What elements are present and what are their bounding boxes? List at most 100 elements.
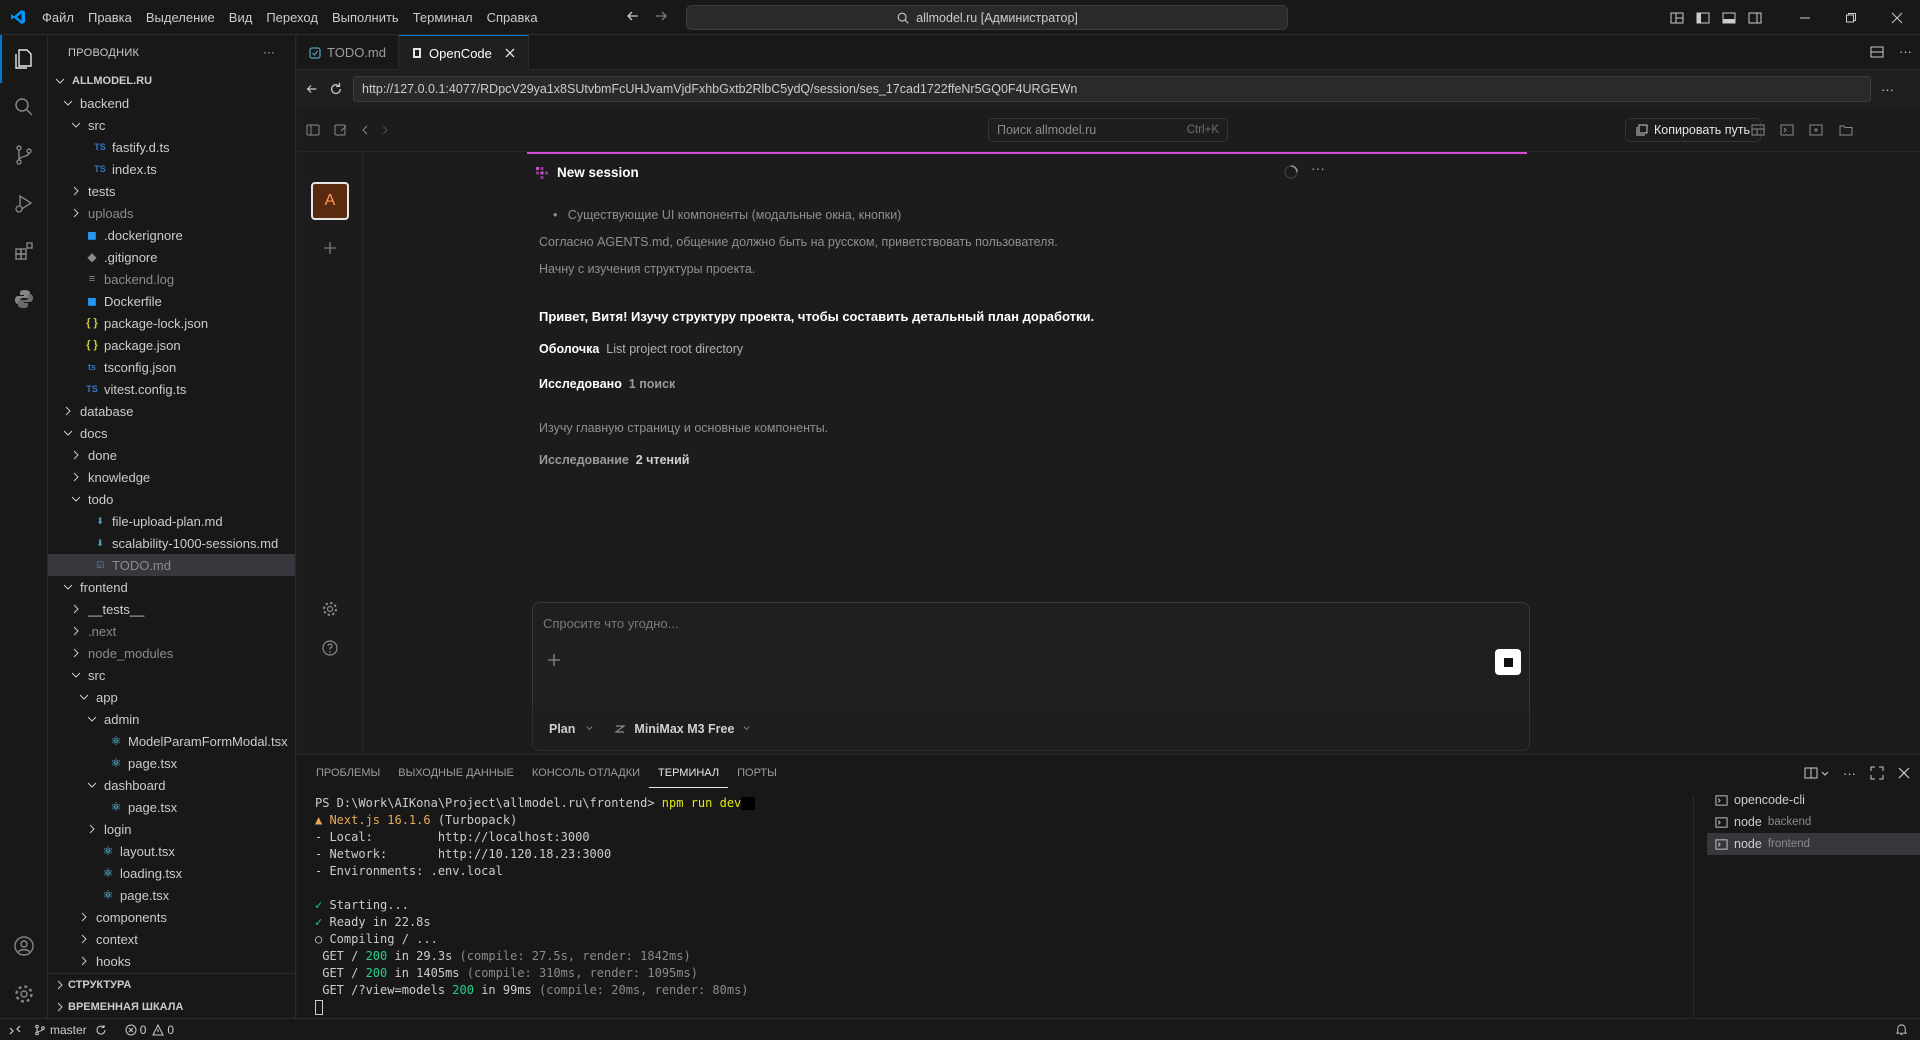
manage-gear-icon[interactable] [0,970,48,1018]
terminal-item-opencode[interactable]: opencode-cli [1707,789,1920,811]
restore-icon[interactable] [1828,0,1874,35]
minimize-icon[interactable] [1782,0,1828,35]
tree-folder-item[interactable]: src [48,114,295,136]
tree-file-item[interactable]: ⚛ loading.tsx [48,862,295,884]
toggle-primary-sidebar-icon[interactable] [1690,10,1716,26]
tree-file-item[interactable]: ⚛ ModelParamFormModal.tsx [48,730,295,752]
tree-file-item[interactable]: ⚛ layout.tsx [48,840,295,862]
folder-icon[interactable] [1838,122,1854,138]
tab-problems[interactable]: ПРОБЛЕМЫ [307,755,389,791]
attach-plus-icon[interactable] [547,653,561,667]
tree-file-item[interactable]: ts tsconfig.json [48,356,295,378]
terminal-output[interactable]: PS D:\Work\AIKona\Project\allmodel.ru\fr… [315,795,1695,1016]
tree-file-item[interactable]: ◼ Dockerfile [48,290,295,312]
tree-folder-item[interactable]: .next [48,620,295,642]
tree-folder-item[interactable]: ALLMODEL.RU [48,70,295,92]
forward-arrow-icon[interactable] [653,8,669,24]
explorer-icon[interactable] [0,35,48,83]
menu-file[interactable]: Файл [35,0,81,35]
close-panel-icon[interactable] [1898,767,1910,779]
terminal-item-frontend[interactable]: node frontend [1707,833,1920,855]
source-control-icon[interactable] [0,131,48,179]
tree-file-item[interactable]: TS index.ts [48,158,295,180]
menu-view[interactable]: Вид [222,0,260,35]
prompt-composer[interactable]: Спросите что угодно... [532,602,1530,712]
remote-icon[interactable] [0,1024,30,1036]
customize-layout-icon[interactable] [1664,10,1690,26]
timeline-section[interactable]: ВРЕМЕННАЯ ШКАЛА [48,996,295,1018]
tree-folder-item[interactable]: src [48,664,295,686]
tree-file-item[interactable]: ⚛ page.tsx [48,884,295,906]
menu-run[interactable]: Выполнить [325,0,406,35]
menu-selection[interactable]: Выделение [139,0,222,35]
tree-file-item[interactable]: ⚛ page.tsx [48,796,295,818]
tab-terminal[interactable]: ТЕРМИНАЛ [649,759,729,788]
tree-file-item[interactable]: { } package-lock.json [48,312,295,334]
tree-folder-item[interactable]: login [48,818,295,840]
tab-output[interactable]: ВЫХОДНЫЕ ДАННЫЕ [389,755,523,791]
prompt-input[interactable]: Спросите что угодно... [543,616,678,631]
menu-go[interactable]: Переход [259,0,325,35]
tree-folder-item[interactable]: dashboard [48,774,295,796]
accounts-icon[interactable] [0,922,48,970]
sync-icon[interactable] [95,1024,107,1036]
webview-search[interactable]: Поиск allmodel.ru Ctrl+K [988,118,1228,142]
problems-item[interactable]: 0 0 [125,1023,174,1037]
tree-file-item[interactable]: ⬇ file-upload-plan.md [48,510,295,532]
mode-select[interactable]: Plan [549,722,594,736]
tree-file-item[interactable]: TS fastify.d.ts [48,136,295,158]
search-view-icon[interactable] [0,83,48,131]
tree-folder-item[interactable]: knowledge [48,466,295,488]
tree-folder-item[interactable]: context [48,928,295,950]
tree-folder-item[interactable]: docs [48,422,295,444]
tab-ports[interactable]: ПОРТЫ [728,755,786,791]
add-project-icon[interactable] [322,240,338,256]
tab-opencode[interactable]: OpenCode [399,35,529,70]
terminal-toggle-icon[interactable] [1779,122,1795,138]
tree-folder-item[interactable]: frontend [48,576,295,598]
panel-more-icon[interactable]: ··· [1843,766,1856,781]
tool-explored[interactable]: Исследовано 1 поиск [539,377,675,391]
tree-file-item[interactable]: { } package.json [48,334,295,356]
reload-icon[interactable] [329,82,343,96]
outline-section[interactable]: СТРУКТУРА [48,974,295,996]
next-chevron-icon[interactable] [379,122,391,138]
browser-more-icon[interactable]: ··· [1881,82,1894,97]
tree-folder-item[interactable]: tests [48,180,295,202]
extensions-icon[interactable] [0,227,48,275]
python-icon[interactable] [0,275,48,323]
review-icon[interactable] [1750,122,1766,138]
tree-folder-item[interactable]: todo [48,488,295,510]
split-editor-icon[interactable] [1869,44,1885,60]
model-select[interactable]: MiniMax M3 Free [614,722,751,736]
tree-file-item[interactable]: ⬇ scalability-1000-sessions.md [48,532,295,554]
more-actions-icon[interactable]: ··· [263,47,275,59]
tree-folder-item[interactable]: uploads [48,202,295,224]
run-debug-icon[interactable] [0,179,48,227]
menu-terminal[interactable]: Терминал [406,0,480,35]
browser-back-icon[interactable] [305,82,319,96]
editor-more-icon[interactable]: ··· [1899,44,1912,60]
tree-folder-item[interactable]: app [48,686,295,708]
tab-debug-console[interactable]: КОНСОЛЬ ОТЛАДКИ [523,755,649,791]
new-session-edit-icon[interactable] [333,122,349,138]
tree-folder-item[interactable]: components [48,906,295,928]
session-more-icon[interactable]: ··· [1311,160,1325,176]
url-field[interactable]: http://127.0.0.1:4077/RDpcV29ya1x8SUtvbm… [353,76,1871,102]
menu-edit[interactable]: Правка [81,0,139,35]
copy-path-button[interactable]: Копировать путь [1625,118,1762,142]
tree-folder-item[interactable]: hooks [48,950,295,972]
notifications-bell-icon[interactable] [1895,1023,1908,1036]
back-arrow-icon[interactable] [625,8,641,24]
tab-todo-md[interactable]: TODO.md [297,35,399,70]
branch-item[interactable]: master [34,1023,107,1037]
tree-file-item[interactable]: ◆ .gitignore [48,246,295,268]
tree-file-item[interactable]: ☑ TODO.md [48,554,295,576]
settings-gear-icon[interactable] [321,600,339,618]
tree-file-item[interactable]: ◼ .dockerignore [48,224,295,246]
maximize-panel-icon[interactable] [1870,766,1884,780]
close-window-icon[interactable] [1874,0,1920,35]
tree-file-item[interactable]: ≡ backend.log [48,268,295,290]
tree-folder-item[interactable]: database [48,400,295,422]
toggle-panel-icon[interactable] [1716,10,1742,26]
